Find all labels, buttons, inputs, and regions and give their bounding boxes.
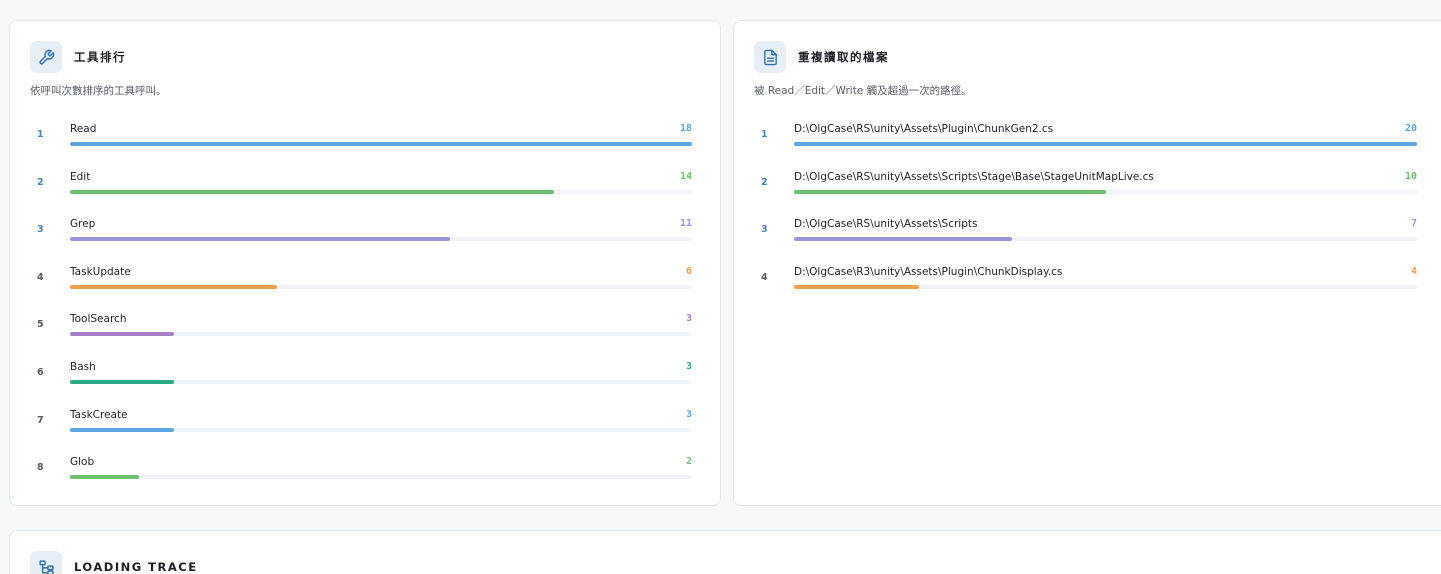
tool-bar-track (70, 189, 692, 194)
tool-count: 3 (685, 360, 692, 372)
tool-count: 3 (685, 313, 692, 325)
file-bar-fill (794, 284, 919, 289)
files-card-description: 被 Read／Edit／Write 觸及超過一次的路徑。 (754, 85, 972, 97)
tool-name: Glob (70, 456, 95, 469)
tool-bar-fill (70, 475, 140, 480)
rank-number: 2 (761, 176, 768, 188)
tool-bar-track (70, 379, 692, 384)
rank-number: 8 (37, 462, 44, 474)
tool-name: TaskCreate (70, 408, 128, 421)
file-count: 20 (1404, 123, 1417, 134)
tool-bar-track (70, 332, 692, 337)
tools-card-header: 工具排行 (30, 41, 126, 73)
tool-bar-fill (70, 237, 451, 242)
tool-bar-track (70, 142, 692, 146)
rank-number: 2 (37, 176, 44, 188)
file-row: 2 D:\OlgCase\RS\unity\Assets\Scripts\Stag… (754, 159, 1417, 207)
repeated-files-card: 重複讀取的檔案 被 Read／Edit／Write 觸及超過一次的路徑。 1 D:… (733, 20, 1441, 506)
rank-number: 7 (37, 414, 44, 426)
tools-ranking-card: 工具排行 依呼叫次數排序的工具呼叫。 1 Read 18 2 Edit 14 3 Grep 11… (9, 20, 721, 506)
rank-number: 1 (37, 129, 44, 140)
tool-bar-fill (70, 427, 174, 432)
tool-row: 3 Grep 11 (30, 206, 692, 254)
tool-bar-fill (70, 142, 692, 146)
tool-count: 6 (685, 265, 692, 277)
tool-count: 2 (685, 456, 692, 468)
tool-bar-track (70, 475, 692, 480)
file-name: D:\OlgCase\RS\unity\Assets\Scripts\Stage… (794, 170, 1154, 183)
rank-number: 5 (37, 319, 44, 331)
tool-row: 6 Bash 3 (30, 349, 692, 397)
file-bar-track (794, 237, 1417, 242)
file-bar-track (794, 189, 1417, 194)
tool-count: 11 (679, 218, 692, 230)
file-count: 4 (1410, 265, 1417, 277)
tool-name: Read (70, 123, 97, 135)
tools-card-title: 工具排行 (74, 50, 126, 64)
tool-row: 2 Edit 14 (30, 159, 692, 207)
tree-structure-icon (30, 551, 62, 574)
loading-trace-card: LOADING TRACE (9, 530, 1441, 574)
files-card-header: 重複讀取的檔案 (754, 41, 889, 73)
file-bar-track (794, 142, 1417, 146)
rank-number: 4 (37, 271, 44, 283)
tool-row: 7 TaskCreate 3 (30, 397, 692, 445)
tool-bar-fill (70, 379, 174, 384)
tool-bar-fill (70, 284, 278, 289)
tool-count: 14 (679, 170, 692, 182)
tool-count: 3 (685, 408, 692, 420)
rank-number: 4 (761, 271, 768, 283)
file-bar-fill (794, 142, 1417, 146)
rank-number: 6 (37, 366, 44, 378)
file-row: 4 D:\OlgCase\R3\unity\Assets\Plugin\Chunk… (754, 254, 1417, 302)
rank-number: 3 (37, 224, 44, 236)
file-row: 3 D:\OlgCase\RS\unity\Assets\Scripts 7 (754, 206, 1417, 254)
file-bar-fill (794, 189, 1106, 194)
file-bar-track (794, 284, 1417, 289)
rank-number: 1 (761, 129, 768, 140)
file-name: D:\OlgCase\R3\unity\Assets\Plugin\ChunkD… (794, 265, 1063, 278)
rank-number: 3 (761, 224, 768, 236)
tool-row: 5 ToolSearch 3 (30, 301, 692, 349)
trace-card-header: LOADING TRACE (30, 551, 198, 574)
tool-count: 18 (679, 123, 692, 134)
wrench-icon (30, 41, 62, 73)
tools-ranking-list: 1 Read 18 2 Edit 14 3 Grep 11 4 TaskUpdate 6 5 ToolSe… (30, 111, 692, 492)
tool-name: Grep (70, 218, 96, 231)
tool-name: ToolSearch (70, 313, 127, 326)
tool-bar-fill (70, 189, 554, 194)
file-name: D:\OlgCase\RS\unity\Assets\Scripts (794, 218, 978, 231)
tool-row: 1 Read 18 (30, 111, 692, 159)
trace-card-title: LOADING TRACE (74, 560, 198, 574)
file-count: 7 (1410, 218, 1417, 230)
document-icon (754, 41, 786, 73)
tool-name: Edit (70, 170, 91, 183)
tool-bar-fill (70, 332, 174, 337)
tool-bar-track (70, 237, 692, 242)
tool-bar-track (70, 427, 692, 432)
tools-card-description: 依呼叫次數排序的工具呼叫。 (30, 85, 167, 97)
file-bar-fill (794, 237, 1013, 242)
tool-row: 8 Glob 2 (30, 444, 692, 492)
file-count: 10 (1404, 170, 1417, 182)
tool-name: Bash (70, 360, 96, 373)
files-ranking-list: 1 D:\OlgCase\RS\unity\Assets\Plugin\Chunk… (754, 111, 1417, 301)
tool-row: 4 TaskUpdate 6 (30, 254, 692, 302)
file-name: D:\OlgCase\RS\unity\Assets\Plugin\ChunkG… (794, 123, 1054, 135)
tool-name: TaskUpdate (70, 265, 131, 278)
tool-bar-track (70, 284, 692, 289)
file-row: 1 D:\OlgCase\RS\unity\Assets\Plugin\Chunk… (754, 111, 1417, 159)
files-card-title: 重複讀取的檔案 (798, 50, 889, 64)
